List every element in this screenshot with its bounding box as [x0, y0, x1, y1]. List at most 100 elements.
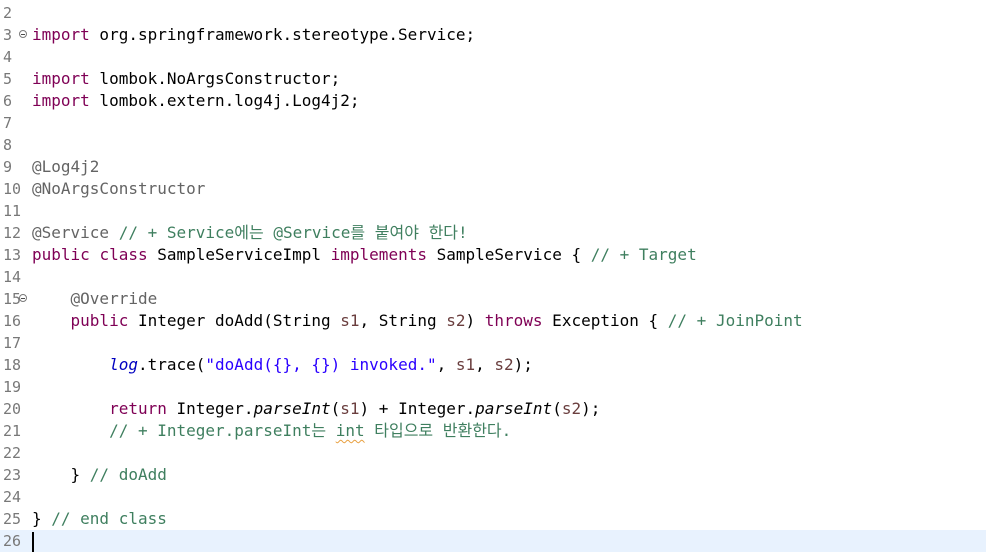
code-line[interactable]: 17: [0, 332, 986, 354]
keyword: import: [32, 25, 90, 44]
code-text: return Integer.parseInt(s1) + Integer.pa…: [32, 398, 600, 420]
code-line[interactable]: 21 // + Integer.parseInt는 int 타입으로 반환한다.: [0, 420, 986, 442]
line-number: 5: [3, 70, 13, 88]
code-token: lombok.extern.log4j.Log4j2: [89, 91, 350, 110]
parameter: s1: [340, 399, 360, 418]
code-line[interactable]: 16 public Integer doAdd(String s1, Strin…: [0, 310, 986, 332]
code-token: ,: [436, 355, 456, 374]
code-line[interactable]: 8: [0, 134, 986, 156]
code-line[interactable]: 18 log.trace("doAdd({}, {}) invoked.", s…: [0, 354, 986, 376]
line-number: 12: [3, 224, 22, 242]
spelling-warning[interactable]: int: [336, 421, 365, 440]
comment: // doAdd: [89, 465, 167, 484]
code-token: ;: [349, 91, 360, 110]
code-token: Integer doAdd(String: [128, 311, 341, 330]
code-line[interactable]: 3 import org.springframework.stereotype.…: [0, 24, 986, 46]
code-line[interactable]: 2: [0, 2, 986, 24]
code-text: public Integer doAdd(String s1, String s…: [32, 310, 803, 332]
code-token: lombok.NoArgsConstructor: [89, 69, 331, 88]
code-line[interactable]: 24: [0, 486, 986, 508]
code-token: SampleService {: [426, 245, 591, 264]
class-name: SampleServiceImpl: [147, 245, 331, 264]
code-line[interactable]: 12 @Service // + Service에는 @Service를 붙여야…: [0, 222, 986, 244]
code-line[interactable]: 22: [0, 442, 986, 464]
line-number: 11: [3, 202, 22, 220]
comment: // + JoinPoint: [667, 311, 803, 330]
line-number: 18: [3, 356, 22, 374]
line-number: 22: [3, 444, 22, 462]
static-method: parseInt: [253, 399, 331, 418]
code-text: } // end class: [32, 508, 167, 530]
code-token: org.springframework.stereotype.Service: [89, 25, 466, 44]
annotation: @Override: [70, 289, 158, 308]
collapse-icon[interactable]: [19, 30, 27, 38]
code-line[interactable]: 5 import lombok.NoArgsConstructor;: [0, 68, 986, 90]
comment: // + Target: [590, 245, 697, 264]
code-text: import lombok.extern.log4j.Log4j2;: [32, 90, 360, 112]
code-line[interactable]: 13 public class SampleServiceImpl implem…: [0, 244, 986, 266]
line-number: 8: [3, 136, 13, 154]
line-number: 23: [3, 466, 22, 484]
line-number: 26: [3, 532, 22, 550]
code-token: Exception {: [542, 311, 668, 330]
code-line[interactable]: 4: [0, 46, 986, 68]
current-line[interactable]: 26: [0, 530, 986, 552]
line-number: 16: [3, 312, 22, 330]
code-text: @Service // + Service에는 @Service를 붙여야 한다…: [32, 222, 468, 244]
line-number: 4: [3, 48, 13, 66]
code-editor[interactable]: 2 3 import org.springframework.stereotyp…: [0, 0, 986, 552]
annotation: @Log4j2: [32, 157, 100, 176]
keyword: import: [32, 91, 90, 110]
code-line[interactable]: 9 @Log4j2: [0, 156, 986, 178]
static-field: log: [109, 355, 138, 374]
line-number: 20: [3, 400, 22, 418]
comment: // end class: [51, 509, 167, 528]
code-token: ): [465, 311, 485, 330]
line-number: 13: [3, 246, 22, 264]
code-token: ;: [330, 69, 341, 88]
code-line[interactable]: 15 @Override: [0, 288, 986, 310]
parameter: s2: [446, 311, 466, 330]
code-line[interactable]: 14: [0, 266, 986, 288]
keyword: return: [109, 399, 167, 418]
code-token: , String: [359, 311, 447, 330]
annotation: @NoArgsConstructor: [32, 179, 206, 198]
line-number: 24: [3, 488, 22, 506]
code-text: @Log4j2: [32, 156, 99, 178]
line-number: 6: [3, 92, 13, 110]
line-number: 21: [3, 422, 22, 440]
static-method: parseInt: [475, 399, 553, 418]
line-number: 10: [3, 180, 22, 198]
code-line[interactable]: 20 return Integer.parseInt(s1) + Integer…: [0, 398, 986, 420]
code-text: log.trace("doAdd({}, {}) invoked.", s1, …: [32, 354, 533, 376]
code-text: // + Integer.parseInt는 int 타입으로 반환한다.: [32, 420, 511, 442]
collapse-icon[interactable]: [19, 294, 27, 302]
code-line[interactable]: 19: [0, 376, 986, 398]
parameter: s2: [494, 355, 514, 374]
code-line[interactable]: 25 } // end class: [0, 508, 986, 530]
keyword: public: [32, 245, 90, 264]
keyword: throws: [484, 311, 543, 330]
keyword: class: [99, 245, 148, 264]
code-token: ;: [465, 25, 476, 44]
line-number: 25: [3, 510, 22, 528]
code-token: ) + Integer.: [359, 399, 476, 418]
code-text: public class SampleServiceImpl implement…: [32, 244, 697, 266]
code-line[interactable]: 23 } // doAdd: [0, 464, 986, 486]
line-number: 14: [3, 268, 22, 286]
keyword: implements: [330, 245, 427, 264]
code-line[interactable]: 11: [0, 200, 986, 222]
code-token: (: [330, 399, 341, 418]
line-number: 19: [3, 378, 22, 396]
code-line[interactable]: 7: [0, 112, 986, 134]
line-number: 3: [3, 26, 13, 44]
code-line[interactable]: 6 import lombok.extern.log4j.Log4j2;: [0, 90, 986, 112]
keyword: import: [32, 69, 90, 88]
code-line[interactable]: 10 @NoArgsConstructor: [0, 178, 986, 200]
code-text: import org.springframework.stereotype.Se…: [32, 24, 475, 46]
line-number: 7: [3, 114, 13, 132]
